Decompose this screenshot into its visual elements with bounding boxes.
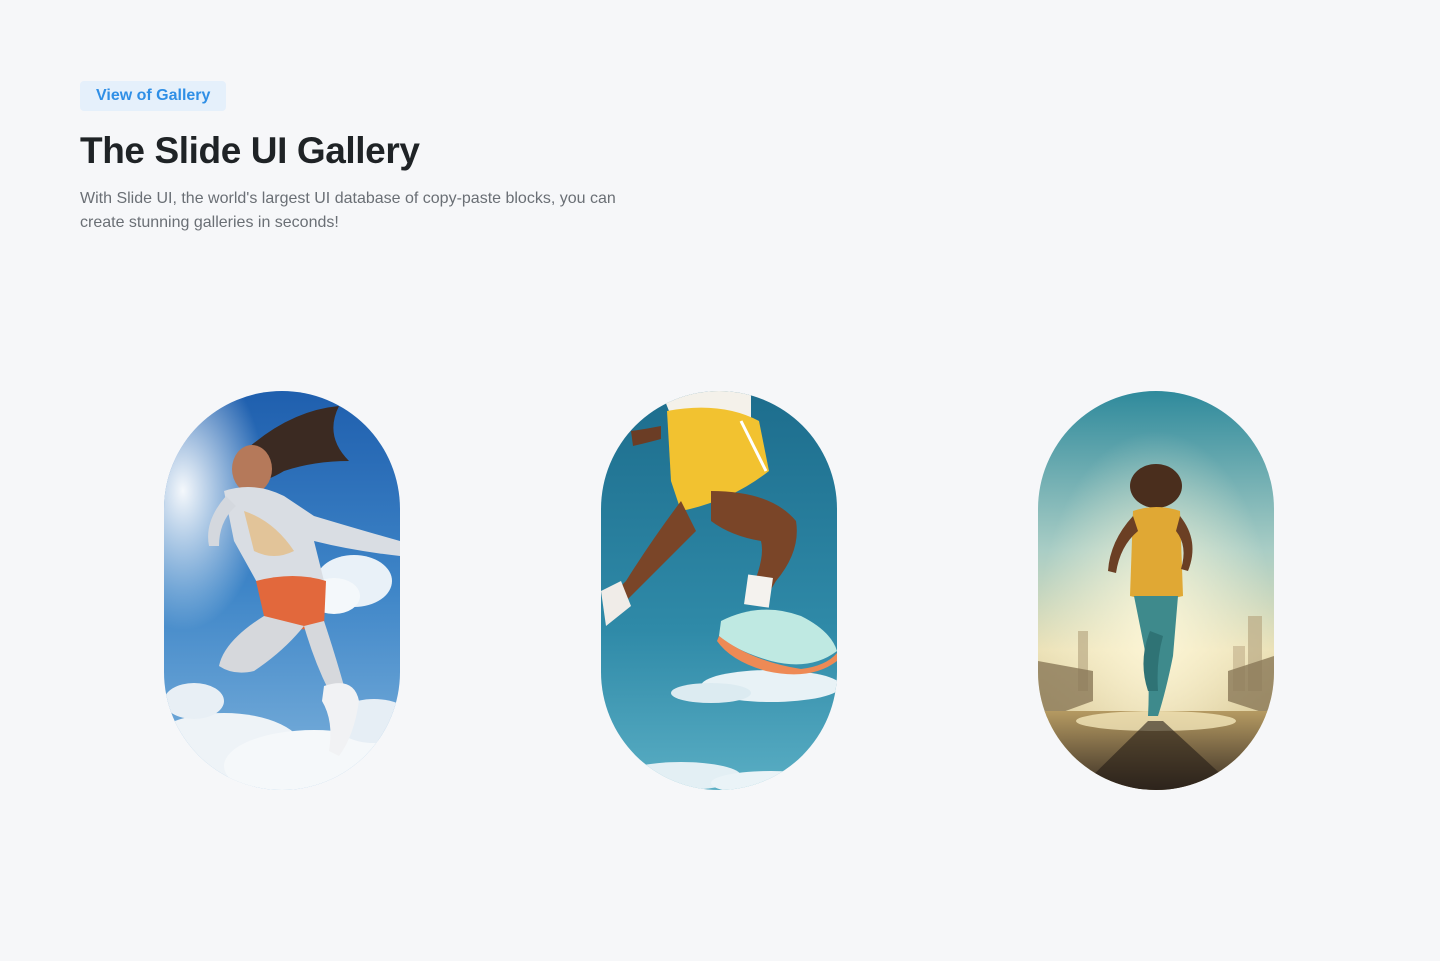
page-title: The Slide UI Gallery xyxy=(80,130,420,171)
gallery-image-city-runner[interactable] xyxy=(1038,391,1274,790)
page-description: With Slide UI, the world's largest UI da… xyxy=(80,190,616,231)
runner-legs-photo xyxy=(601,391,837,790)
gallery-image-jumping-woman[interactable] xyxy=(164,391,400,790)
city-runner-photo xyxy=(1038,391,1274,790)
header-section: View of Gallery The Slide UI Gallery Wit… xyxy=(80,81,680,235)
gallery-image-runner-legs[interactable] xyxy=(601,391,837,790)
gallery xyxy=(0,391,1440,790)
section-badge: View of Gallery xyxy=(80,81,227,111)
jumping-woman-photo xyxy=(164,391,400,790)
